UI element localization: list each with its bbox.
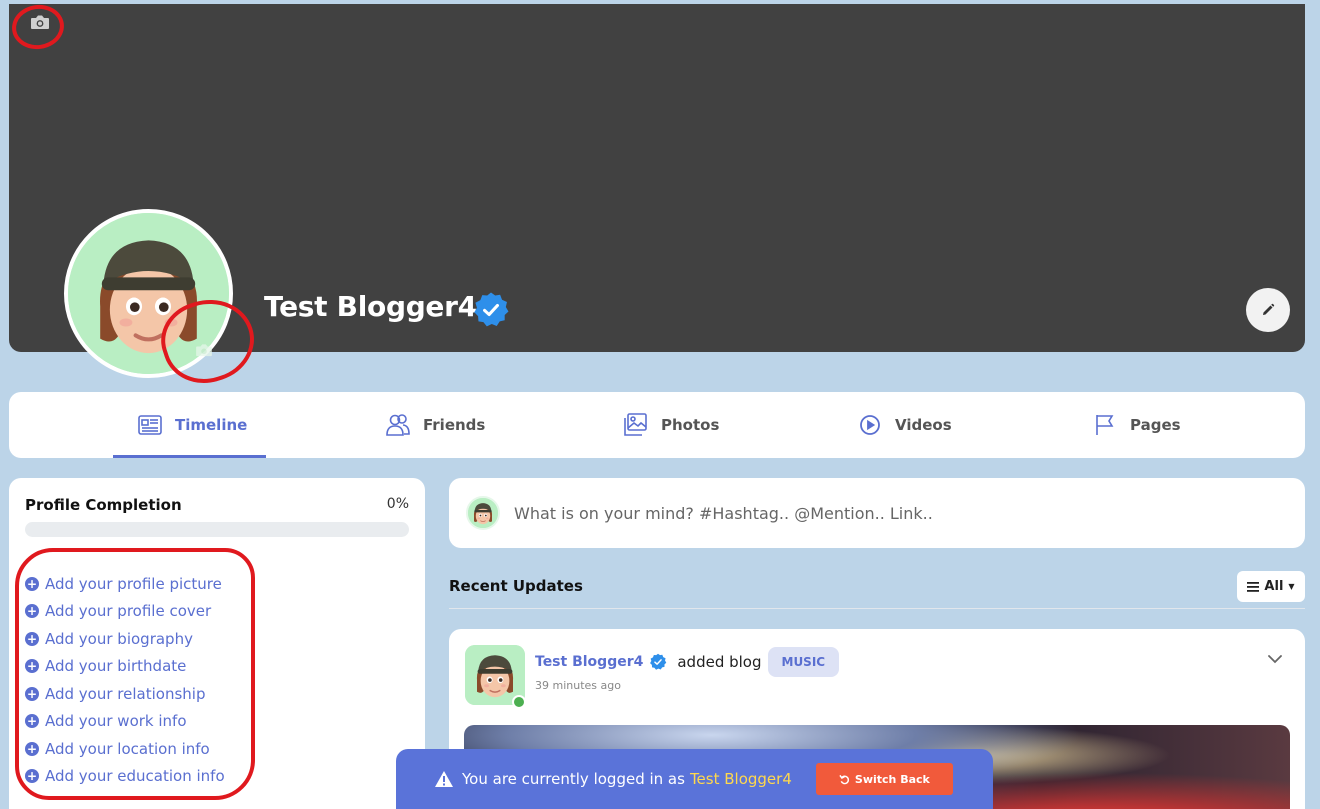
post-composer[interactable] <box>449 478 1305 548</box>
edit-profile-button[interactable] <box>1246 288 1290 332</box>
pencil-icon <box>1263 303 1275 315</box>
tab-friends-label: Friends <box>423 416 486 434</box>
post-timestamp: 39 minutes ago <box>535 679 621 692</box>
tab-photos-label: Photos <box>661 416 720 434</box>
video-play-icon <box>860 415 880 435</box>
switch-back-button[interactable]: Switch Back <box>815 763 953 795</box>
composer-input[interactable] <box>514 503 1114 523</box>
warning-icon <box>435 771 453 787</box>
verified-badge-icon <box>649 653 668 671</box>
profile-name: Test Blogger4 <box>264 290 477 323</box>
chevron-down-icon[interactable] <box>1267 651 1283 667</box>
image-icon <box>624 413 647 436</box>
users-icon <box>386 414 410 436</box>
verified-badge-icon <box>472 291 510 328</box>
active-tab-indicator <box>113 455 266 458</box>
caret-down-icon: ▼ <box>1288 582 1295 591</box>
post-author-link[interactable]: Test Blogger4 <box>535 654 643 670</box>
impersonation-banner: You are currently logged in as Test Blog… <box>396 749 993 809</box>
composer-avatar <box>466 496 500 530</box>
banner-text: You are currently logged in as <box>462 770 685 788</box>
flag-icon <box>1096 415 1114 435</box>
undo-icon <box>839 774 849 784</box>
tab-timeline-label: Timeline <box>175 416 248 434</box>
post-action-text: added blog <box>677 653 762 671</box>
divider <box>449 608 1305 609</box>
tab-pages[interactable]: Pages <box>1092 392 1181 458</box>
switch-back-label: Switch Back <box>854 772 930 786</box>
tab-pages-label: Pages <box>1130 416 1181 434</box>
profile-completion-title: Profile Completion <box>25 496 182 514</box>
tab-photos[interactable]: Photos <box>623 392 719 458</box>
banner-user-link[interactable]: Test Blogger4 <box>690 770 792 788</box>
feed-filter-dropdown[interactable]: All ▼ <box>1237 571 1305 602</box>
newspaper-icon <box>138 415 162 435</box>
profile-completion-bar <box>25 522 409 537</box>
list-icon <box>1247 581 1260 592</box>
post-category-badge[interactable]: MUSIC <box>767 647 840 677</box>
recent-updates-title: Recent Updates <box>449 577 583 595</box>
tab-timeline[interactable]: Timeline <box>137 392 247 458</box>
annotation-circle-completion-list <box>15 548 255 800</box>
profile-completion-percent: 0% <box>386 496 409 512</box>
tab-videos[interactable]: Videos <box>857 392 952 458</box>
online-status-dot <box>512 695 526 709</box>
profile-tabs: Timeline Friends Photos Videos Pages <box>9 392 1305 458</box>
post-header: Test Blogger4 added blog MUSIC <box>535 647 840 677</box>
feed-filter-label: All <box>1264 579 1284 594</box>
tab-videos-label: Videos <box>895 416 952 434</box>
tab-friends[interactable]: Friends <box>385 392 485 458</box>
